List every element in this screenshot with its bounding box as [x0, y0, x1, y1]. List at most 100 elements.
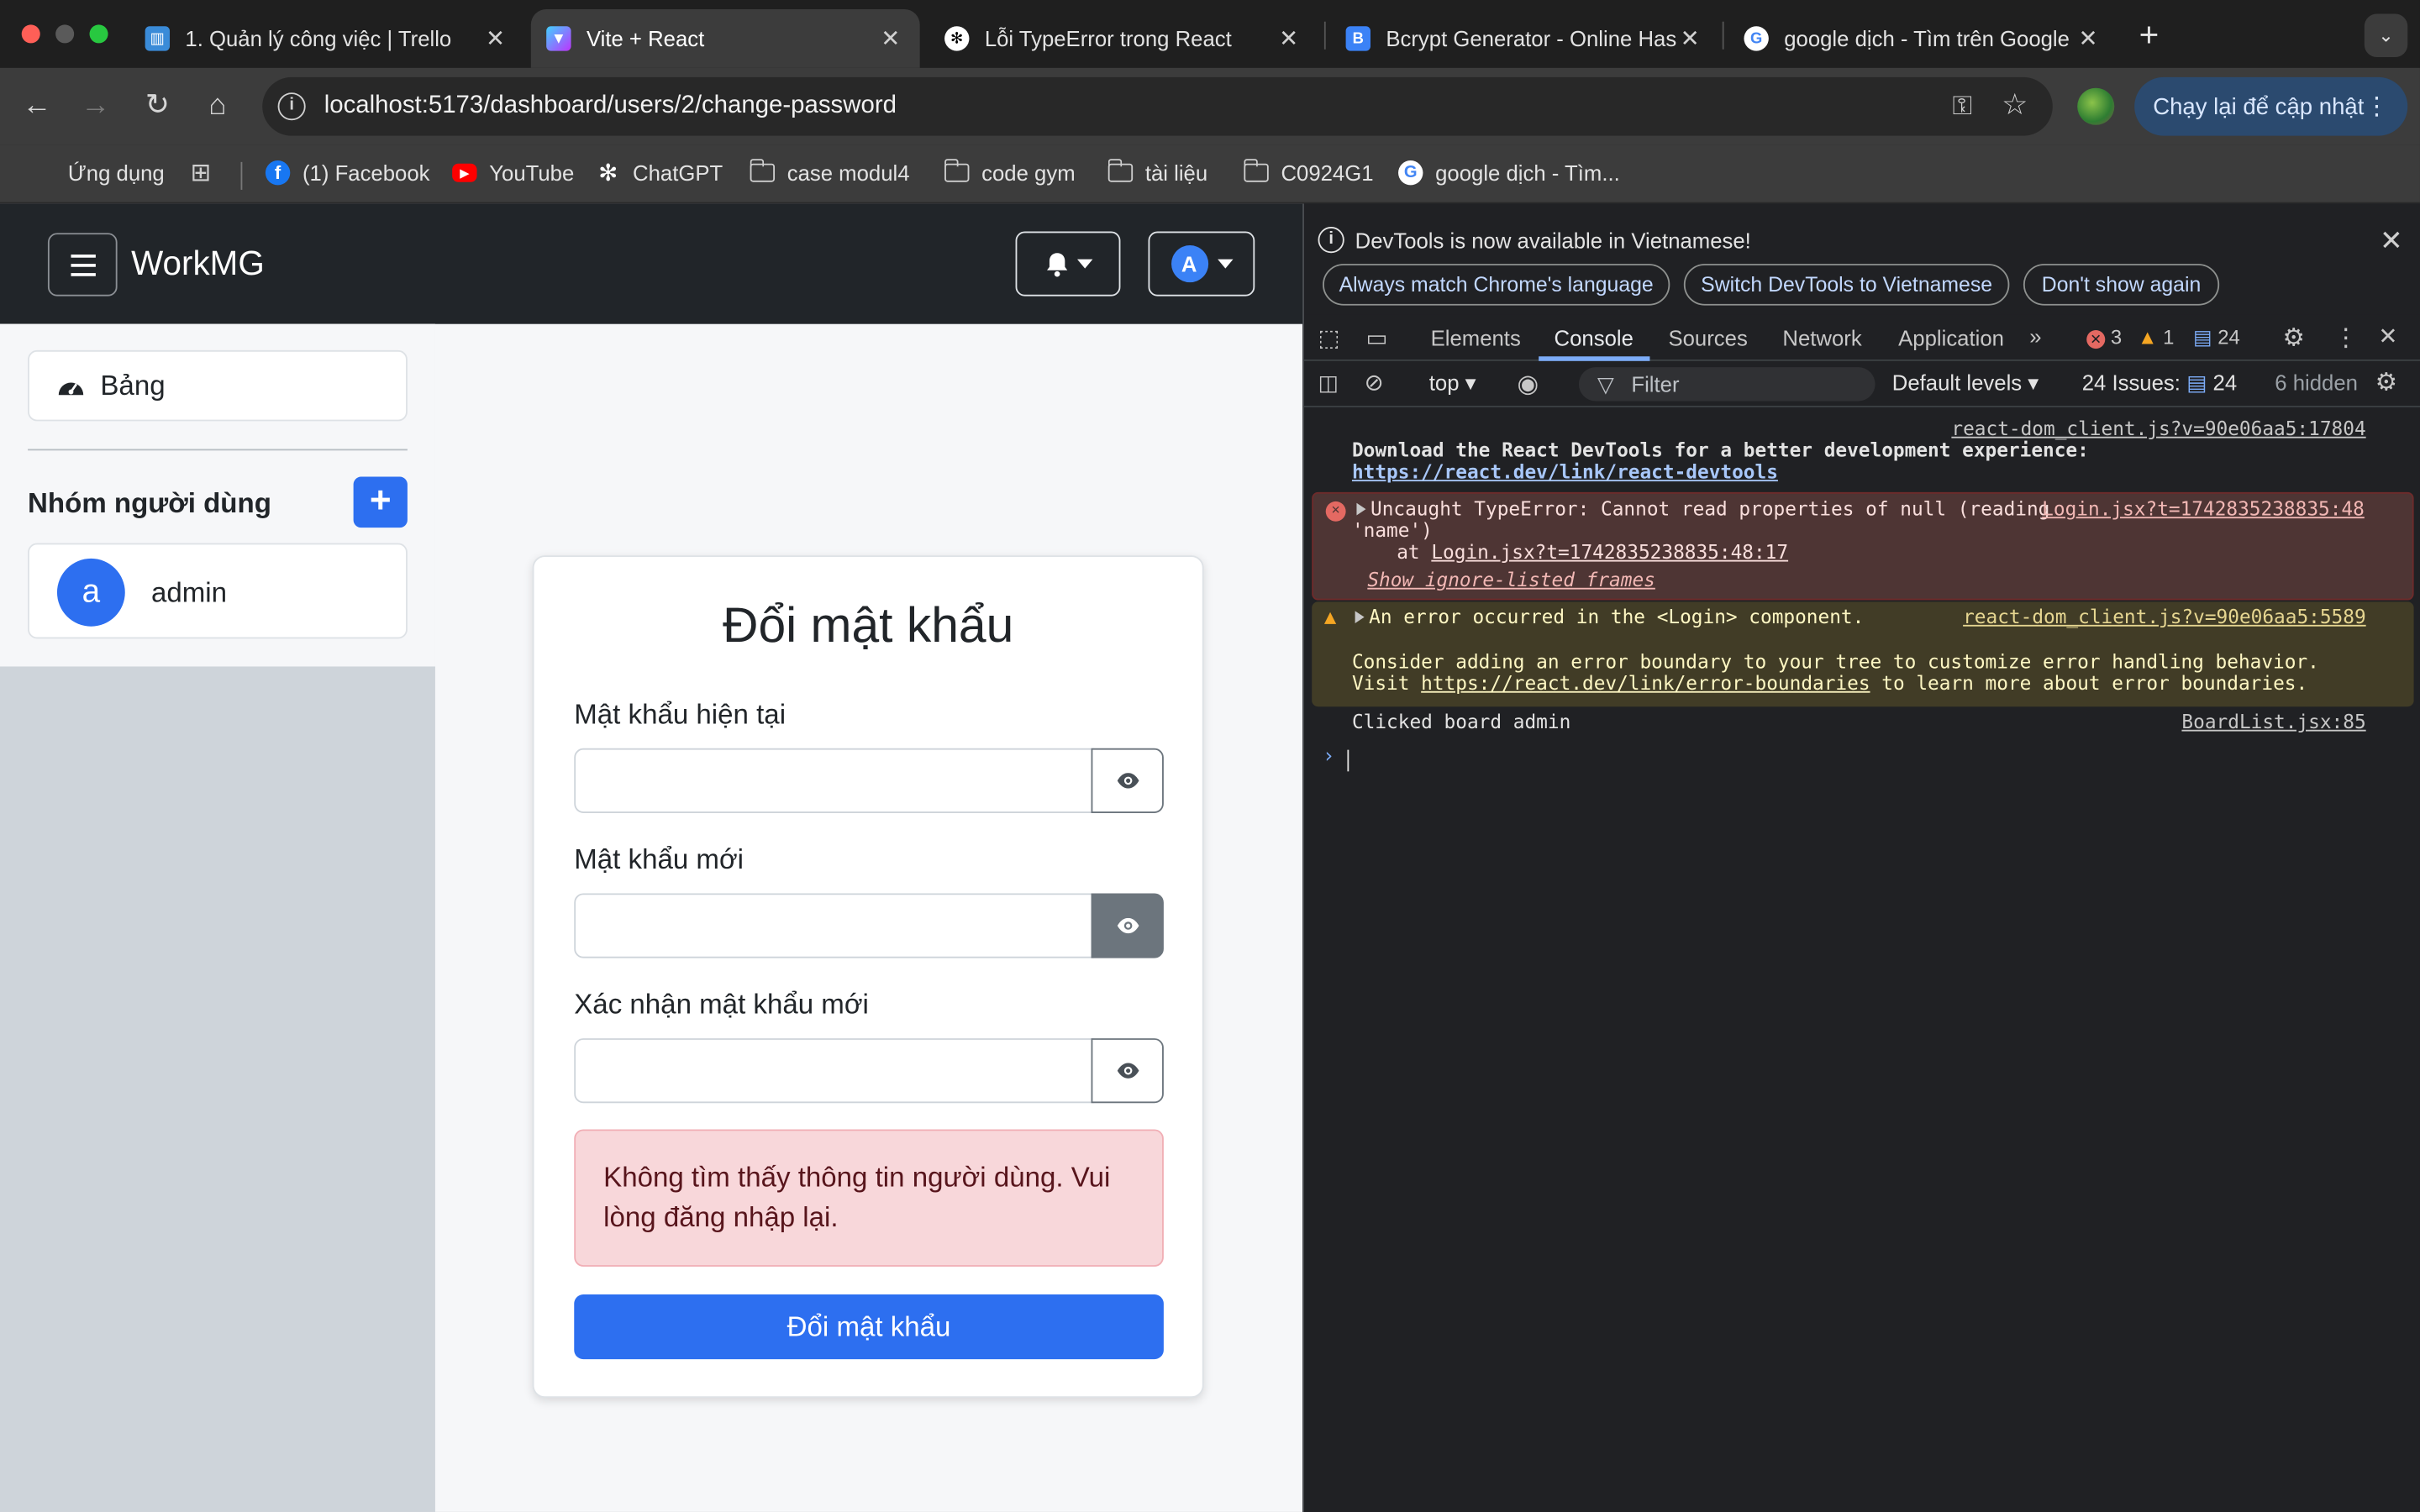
browser-toolbar: ← → ↻ ⌂ i localhost:5173/dashboard/users…: [0, 67, 2420, 145]
close-tab-icon[interactable]: ✕: [1275, 24, 1302, 52]
console-toolbar: ◫ ⊘ top ▾ ◉ ▽ Filter Default levels ▾ 24…: [1304, 361, 2420, 407]
close-tab-icon[interactable]: ✕: [2075, 24, 2102, 52]
sidebar-divider: [28, 449, 408, 451]
kebab-menu-icon[interactable]: ⋮: [2365, 91, 2389, 122]
url-text[interactable]: localhost:5173/dashboard/users/2/change-…: [324, 92, 897, 120]
device-toolbar-icon[interactable]: ▭: [1365, 324, 1387, 352]
close-tab-icon[interactable]: ✕: [876, 24, 904, 52]
add-group-button[interactable]: +: [353, 476, 408, 528]
brand-logo[interactable]: WorkMG: [131, 244, 265, 284]
error-message[interactable]: Uncaught TypeError: Cannot read properti…: [1356, 496, 2049, 520]
console-settings-gear-icon[interactable]: ⚙: [2375, 367, 2397, 398]
site-info-icon[interactable]: i: [277, 92, 306, 121]
minimize-window-button[interactable]: [55, 24, 75, 44]
warning-count-badge[interactable]: ▲ 1: [2138, 326, 2175, 349]
clear-console-icon[interactable]: ⊘: [1365, 369, 1384, 396]
reload-icon[interactable]: ↻: [137, 87, 177, 127]
log-levels-dropdown[interactable]: Default levels ▾: [1892, 370, 2039, 396]
menu-toggle-button[interactable]: [47, 233, 118, 297]
inspect-element-icon[interactable]: ⬚: [1318, 324, 1340, 352]
close-window-button[interactable]: [21, 24, 40, 44]
password-key-icon[interactable]: ⚿: [1953, 91, 1973, 122]
dont-show-again-button[interactable]: Don't show again: [2023, 264, 2220, 306]
console-input[interactable]: [1347, 749, 1349, 772]
close-tab-icon[interactable]: ✕: [1676, 24, 1704, 52]
message-icon: ▤: [2192, 325, 2212, 349]
switch-language-button[interactable]: Switch DevTools to Vietnamese: [1683, 264, 2010, 306]
context-selector[interactable]: top ▾: [1429, 370, 1476, 396]
profile-avatar[interactable]: [2077, 87, 2115, 125]
tab-console[interactable]: Console: [1555, 326, 1634, 350]
live-expression-eye-icon[interactable]: ◉: [1517, 369, 1539, 400]
new-tab-button[interactable]: +: [2139, 15, 2160, 55]
bookmark-youtube[interactable]: ▶ YouTube: [452, 160, 574, 185]
user-group-heading: Nhóm người dùng: [28, 487, 271, 519]
current-password-input[interactable]: [574, 748, 1095, 813]
source-link[interactable]: react-dom_client.js?v=90e06aa5:17804: [1951, 417, 2365, 440]
confirm-password-input[interactable]: [574, 1038, 1095, 1104]
notifications-dropdown[interactable]: [1015, 231, 1121, 297]
tab-title: Bcrypt Generator - Online Hash: [1386, 26, 1676, 51]
group-item-admin[interactable]: a admin: [28, 543, 408, 639]
maximize-window-button[interactable]: [89, 24, 108, 44]
toggle-visibility-button[interactable]: [1091, 748, 1164, 813]
tab-search-chevron-icon[interactable]: ⌄: [2364, 13, 2408, 57]
bookmark-star-icon[interactable]: ☆: [2002, 88, 2028, 123]
filter-placeholder: Filter: [1631, 371, 1680, 397]
change-password-button[interactable]: Đổi mật khẩu: [574, 1294, 1164, 1360]
close-tab-icon[interactable]: ✕: [481, 24, 509, 52]
issues-button[interactable]: 24 Issues: ▤ 24: [2082, 370, 2237, 396]
react-devtools-link[interactable]: https://react.dev/link/react-devtools: [1352, 459, 1778, 483]
warning-message[interactable]: An error occurred in the <Login> compone…: [1355, 605, 1864, 628]
caret-down-icon: [1076, 259, 1092, 269]
toggle-visibility-button[interactable]: [1091, 1038, 1164, 1104]
stack-frame-link[interactable]: Login.jsx?t=1742835238835:48:17: [1431, 540, 1788, 564]
browser-tab-google[interactable]: G google dịch - Tìm trên Google ✕: [1728, 9, 2118, 68]
bookmark-google-dich[interactable]: G google dịch - Tìm...: [1398, 160, 1620, 186]
browser-tab-vite[interactable]: ▼ Vite + React ✕: [530, 9, 920, 68]
browser-tab-trello[interactable]: ▥ 1. Quản lý công việc | Trello ✕: [129, 9, 524, 68]
address-bar[interactable]: i localhost:5173/dashboard/users/2/chang…: [262, 76, 2053, 136]
close-devtools-icon[interactable]: ✕: [2378, 323, 2397, 350]
tab-elements[interactable]: Elements: [1431, 326, 1521, 350]
message-count: 24: [2217, 325, 2240, 349]
close-icon[interactable]: ✕: [2380, 225, 2403, 258]
browser-tab-bcrypt[interactable]: B Bcrypt Generator - Online Hash ✕: [1330, 9, 1719, 68]
show-ignored-frames-link[interactable]: Show ignore-listed frames: [1367, 568, 1655, 591]
tab-application[interactable]: Application: [1898, 326, 2004, 350]
back-arrow-icon[interactable]: ←: [17, 87, 57, 127]
more-tabs-chevron-icon[interactable]: »: [2029, 324, 2041, 349]
kebab-menu-icon[interactable]: ⋮: [2333, 323, 2358, 354]
warning-detail-2: Visit https://react.dev/link/error-bound…: [1352, 671, 2307, 695]
message-count-badge[interactable]: ▤ 24: [2193, 326, 2240, 350]
settings-gear-icon[interactable]: ⚙: [2282, 323, 2304, 354]
source-link[interactable]: Login.jsx?t=1742835238835:48: [2042, 496, 2365, 520]
error-boundaries-link[interactable]: https://react.dev/link/error-boundaries: [1421, 671, 1870, 695]
source-link[interactable]: BoardList.jsx:85: [2181, 710, 2365, 733]
user-menu-dropdown[interactable]: A: [1148, 231, 1255, 297]
tab-sources[interactable]: Sources: [1668, 326, 1747, 350]
bookmark-folder-code-gym[interactable]: code gym: [944, 159, 1076, 185]
bookmark-chatgpt[interactable]: ✻ ChatGPT: [596, 160, 723, 186]
bookmarks-bar: Ứng dụng ⊞ f (1) Facebook ▶ YouTube ✻ Ch…: [0, 144, 2420, 204]
error-count-badge[interactable]: ✕ 3: [2086, 326, 2122, 349]
sidebar-toggle-icon[interactable]: ◫: [1318, 370, 1339, 396]
browser-tab-typeerror[interactable]: ✻ Lỗi TypeError trong React ✕: [929, 9, 1318, 68]
forward-arrow-icon[interactable]: →: [76, 87, 116, 127]
relaunch-update-button[interactable]: Chạy lại để cập nhật ⋮: [2134, 76, 2408, 136]
sidebar-item-boards[interactable]: Bảng: [28, 349, 408, 422]
new-password-input[interactable]: [574, 893, 1095, 958]
tab-network[interactable]: Network: [1782, 326, 1861, 350]
match-language-button[interactable]: Always match Chrome's language: [1323, 264, 1670, 306]
bookmark-folder-tai-lieu[interactable]: tài liệu: [1107, 159, 1207, 185]
bookmark-tab-groups[interactable]: ⊞: [188, 160, 225, 186]
bookmark-facebook[interactable]: f (1) Facebook: [265, 160, 429, 186]
bell-icon: [1046, 252, 1067, 276]
source-link[interactable]: react-dom_client.js?v=90e06aa5:5589: [1963, 605, 2366, 628]
home-icon[interactable]: ⌂: [197, 87, 238, 127]
bookmark-folder-case-modul4[interactable]: case modul4: [749, 159, 910, 185]
bookmark-folder-c0924g1[interactable]: C0924G1: [1243, 159, 1374, 185]
bookmark-apps[interactable]: Ứng dụng: [34, 160, 165, 185]
console-filter-input[interactable]: ▽ Filter: [1578, 367, 1876, 402]
toggle-visibility-button[interactable]: [1091, 893, 1164, 958]
